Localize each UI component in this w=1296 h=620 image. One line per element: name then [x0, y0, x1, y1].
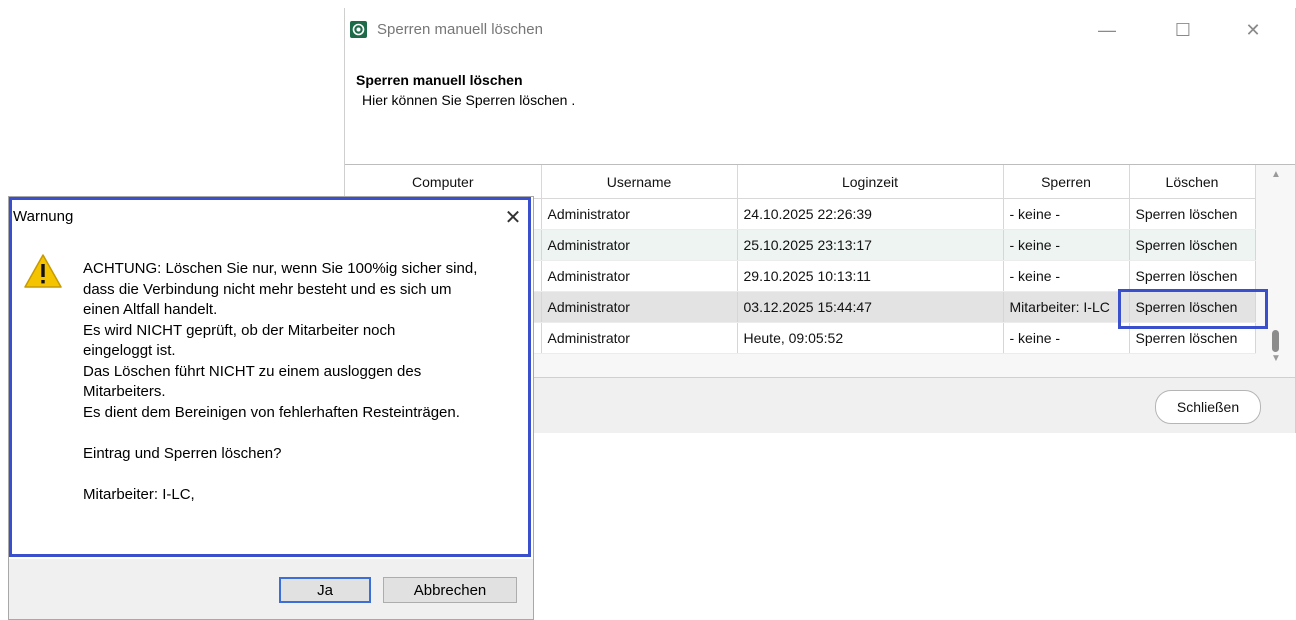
warning-close-button[interactable]: ✕	[499, 203, 527, 231]
table-header-row: Computer Username Loginzeit Sperren Lösc…	[345, 165, 1256, 199]
column-header-sperren[interactable]: Sperren	[1003, 165, 1130, 199]
column-header-computer[interactable]: Computer	[345, 165, 542, 199]
message-line: Es wird NICHT geprüft, ob der Mitarbeite…	[83, 321, 396, 339]
header-subtitle: Hier können Sie Sperren löschen .	[362, 92, 576, 108]
schliessen-button[interactable]: Schließen	[1155, 390, 1261, 424]
delete-locks-link[interactable]: Sperren löschen	[1129, 322, 1256, 354]
cell-loginzeit: 29.10.2025 10:13:11	[737, 260, 1004, 292]
message-line: einen Altfall handelt.	[83, 301, 218, 318]
delete-locks-link[interactable]: Sperren löschen	[1129, 198, 1256, 230]
scroll-up-arrow-icon[interactable]: ▲	[1271, 169, 1281, 180]
delete-locks-link[interactable]: Sperren löschen	[1129, 229, 1256, 261]
cell-username: Administrator	[541, 291, 738, 323]
cell-sperren: - keine -	[1003, 229, 1130, 261]
maximize-button[interactable]: ☐	[1151, 8, 1215, 52]
cell-loginzeit: Heute, 09:05:52	[737, 322, 1004, 354]
cell-username: Administrator	[541, 260, 738, 292]
ja-button[interactable]: Ja	[279, 577, 371, 603]
cell-sperren: - keine -	[1003, 260, 1130, 292]
delete-locks-link-selected[interactable]: Sperren löschen	[1129, 291, 1256, 323]
main-titlebar: Sperren manuell löschen — ☐ ✕	[345, 8, 1295, 52]
cell-loginzeit: 03.12.2025 15:44:47	[737, 291, 1004, 323]
vertical-scrollbar[interactable]: ▲ ▼	[1267, 165, 1285, 377]
message-line: Es dient dem Bereinigen von fehlerhaften…	[83, 403, 460, 421]
delete-locks-link[interactable]: Sperren löschen	[1129, 260, 1256, 292]
warning-titlebar: Warnung ✕	[9, 197, 533, 235]
warning-body: ACHTUNG: Löschen Sie nur, wenn Sie 100%i…	[9, 235, 533, 555]
cell-sperren: Mitarbeiter: I-LC	[1003, 291, 1130, 323]
window-close-button[interactable]: ✕	[1221, 8, 1285, 52]
warning-message: ACHTUNG: Löschen Sie nur, wenn Sie 100%i…	[83, 259, 523, 505]
abbrechen-button[interactable]: Abbrechen	[383, 577, 517, 603]
cell-sperren: - keine -	[1003, 198, 1130, 230]
column-header-username[interactable]: Username	[541, 165, 738, 199]
message-line: dass die Verbindung nicht mehr besteht u…	[83, 280, 452, 298]
warning-footer: Ja Abbrechen	[9, 559, 533, 619]
warning-title: Warnung	[13, 208, 74, 225]
cell-username: Administrator	[541, 229, 738, 261]
warning-employee: Mitarbeiter: I-LC,	[83, 485, 195, 503]
column-header-loginzeit[interactable]: Loginzeit	[737, 165, 1004, 199]
warning-dialog: Warnung ✕ ACHTUNG: Löschen Sie nur, wenn…	[8, 196, 534, 620]
message-line: eingeloggt ist.	[83, 342, 176, 359]
cell-username: Administrator	[541, 322, 738, 354]
cell-loginzeit: 25.10.2025 23:13:17	[737, 229, 1004, 261]
cell-username: Administrator	[541, 198, 738, 230]
header-title: Sperren manuell löschen	[356, 72, 523, 88]
column-header-loeschen[interactable]: Löschen	[1129, 165, 1256, 199]
message-line: Das Löschen führt NICHT zu einem auslogg…	[83, 362, 422, 380]
scroll-thumb[interactable]	[1272, 330, 1279, 352]
scroll-down-arrow-icon[interactable]: ▼	[1271, 353, 1281, 364]
cell-sperren: - keine -	[1003, 322, 1130, 354]
cell-loginzeit: 24.10.2025 22:26:39	[737, 198, 1004, 230]
message-line: ACHTUNG: Löschen Sie nur, wenn Sie 100%i…	[83, 260, 478, 277]
message-line: Mitarbeiters.	[83, 383, 166, 400]
window-title: Sperren manuell löschen	[377, 21, 543, 38]
header-panel: Sperren manuell löschen Hier können Sie …	[345, 52, 1295, 165]
minimize-button[interactable]: —	[1075, 8, 1139, 52]
warning-icon	[23, 253, 63, 289]
app-icon	[350, 21, 367, 38]
warning-question: Eintrag und Sperren löschen?	[83, 444, 282, 462]
